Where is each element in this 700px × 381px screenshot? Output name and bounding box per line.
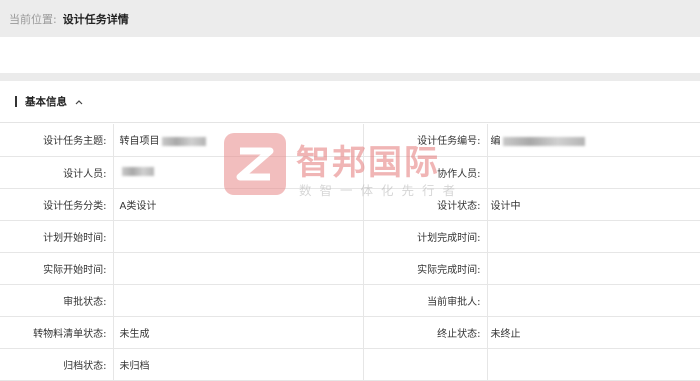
value-termination-status: 未终止 [486,316,700,349]
value-archive-status: 未归档 [112,348,364,381]
label-bom-status: 转物料清单状态: [0,316,113,349]
spacer [0,37,700,73]
value-plan-end [486,220,700,253]
value-designer [112,156,364,189]
label-archive-status: 归档状态: [0,348,113,381]
label-approval-status: 审批状态: [0,284,113,317]
label-current-approver: 当前审批人: [363,284,487,317]
label-termination-status: 终止状态: [363,316,487,349]
breadcrumb: 当前位置: 设计任务详情 [0,0,700,37]
table-row: 转物料清单状态: 未生成 终止状态: 未终止 [0,316,700,349]
section-marker [15,96,17,107]
table-row: 归档状态: 未归档 [0,348,700,381]
value-bom-status: 未生成 [112,316,364,349]
value-approval-status [112,284,364,317]
table-row: 计划开始时间: 计划完成时间: [0,220,700,253]
label-empty [363,348,487,381]
label-actual-end: 实际完成时间: [363,252,487,285]
value-task-number: 编 [486,124,700,157]
table-row: 审批状态: 当前审批人: [0,284,700,317]
label-plan-start: 计划开始时间: [0,220,113,253]
redacted-text [502,136,585,146]
table-row: 设计任务分类: A类设计 设计状态: 设计中 [0,188,700,221]
label-collaborators: 协作人员: [363,156,487,189]
value-plan-start [112,220,364,253]
label-actual-start: 实际开始时间: [0,252,113,285]
basic-info-table: 设计任务主题: 转自项目 设计任务编号: 编 设计人员: 协作人员: 设计任务分… [0,124,700,381]
section-header-basic-info[interactable]: 基本信息 [0,81,700,123]
section-title: 基本信息 [25,96,67,108]
value-current-approver [486,284,700,317]
value-empty [486,348,700,381]
label-task-category: 设计任务分类: [0,188,113,221]
table-row: 设计人员: 协作人员: [0,156,700,189]
breadcrumb-prefix: 当前位置: [9,12,57,26]
label-designer: 设计人员: [0,156,113,189]
label-task-subject: 设计任务主题: [0,124,113,157]
redacted-text [121,167,154,176]
value-task-category: A类设计 [112,188,364,221]
label-design-status: 设计状态: [363,188,487,221]
label-plan-end: 计划完成时间: [363,220,487,253]
table-row: 实际开始时间: 实际完成时间: [0,252,700,285]
value-actual-end [486,252,700,285]
breadcrumb-current: 设计任务详情 [62,12,129,26]
value-design-status: 设计中 [486,188,700,221]
redacted-text [161,136,206,146]
value-task-subject: 转自项目 [112,124,364,157]
value-collaborators [486,156,700,189]
chevron-up-icon[interactable] [74,97,84,107]
table-row: 设计任务主题: 转自项目 设计任务编号: 编 [0,124,700,157]
value-actual-start [112,252,364,285]
label-task-number: 设计任务编号: [363,124,487,157]
section-divider [0,73,700,81]
